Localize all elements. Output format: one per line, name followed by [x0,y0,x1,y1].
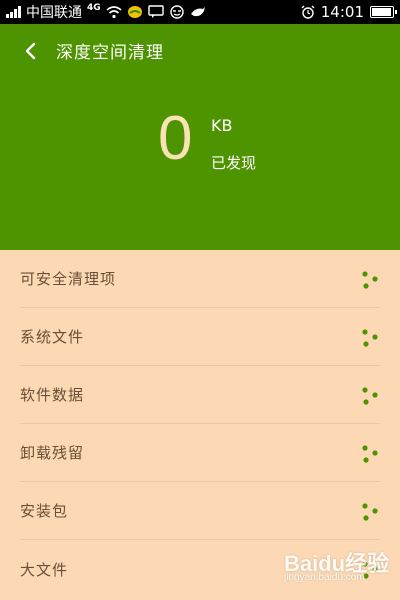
face-icon [169,5,184,19]
page-title: 深度空间清理 [56,43,164,63]
message-icon [147,5,164,18]
list-item-label: 大文件 [20,560,69,579]
status-time: 14:01 [320,3,364,21]
list-item-system-files[interactable]: 系统文件 [20,308,380,366]
battery-icon [370,6,397,18]
list-item-install-packages[interactable]: 安装包 [20,482,380,540]
bird-icon [190,7,205,17]
signal-icon [6,6,21,18]
list-item-label: 软件数据 [20,386,85,404]
loading-spinner-icon [362,445,378,463]
app-notification-icon [127,6,142,18]
found-size-value: 0 [158,104,193,173]
list-item-safe-clean[interactable]: 可安全清理项 [20,250,380,308]
list-item-label: 卸载残留 [20,444,85,462]
loading-spinner-icon [362,329,378,347]
back-button[interactable] [16,36,46,66]
wifi-icon [106,6,122,19]
alarm-icon [301,5,315,19]
status-bar: 中国联通 4G 14:01 [0,0,400,24]
carrier-label: 中国联通 [26,5,82,21]
loading-spinner-icon [362,503,378,521]
loading-spinner-icon [362,271,378,289]
list-item-label: 可安全清理项 [20,270,117,288]
status-right: 14:01 [301,3,397,21]
list-item-app-data[interactable]: 软件数据 [20,366,380,424]
list-item-label: 系统文件 [20,328,85,346]
network-type-label: 4G [87,2,101,13]
cleanup-header: 深度空间清理 0 KB 已发现 [0,24,400,250]
list-item-label: 安装包 [20,502,69,520]
status-left: 中国联通 4G [6,2,301,22]
chevron-left-icon [25,42,36,60]
watermark-url: jingyan.baidu.com [284,572,365,583]
loading-spinner-icon [362,387,378,405]
found-label: 已发现 [211,154,257,172]
battery-level-fill [372,8,391,16]
found-size-unit: KB [211,116,233,135]
baidu-watermark: Baidu经验 jingyan.baidu.com [270,546,396,592]
list-item-uninstall-residue[interactable]: 卸载残留 [20,424,380,482]
